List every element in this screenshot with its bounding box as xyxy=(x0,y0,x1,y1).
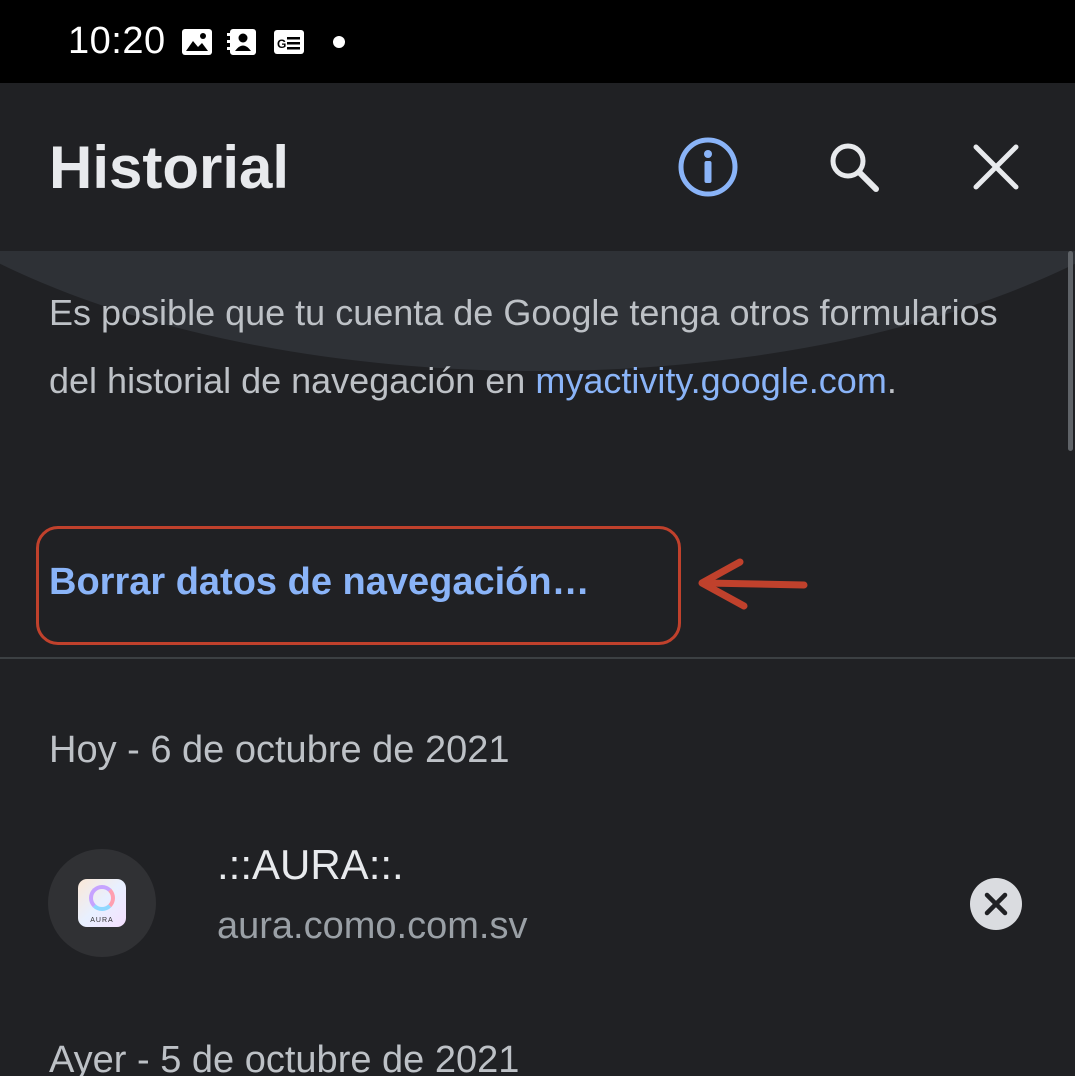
history-list[interactable]: Es posible que tu cuenta de Google tenga… xyxy=(0,251,1075,1076)
favicon-label: AURA xyxy=(90,917,114,924)
account-info-text: Es posible que tu cuenta de Google tenga… xyxy=(49,279,1009,415)
history-item-title: .::AURA::. xyxy=(217,841,404,888)
close-icon xyxy=(973,144,1019,190)
date-header-yesterday: Ayer - 5 de octubre de 2021 xyxy=(49,1039,520,1076)
history-item-url: aura.como.com.sv xyxy=(217,905,528,947)
close-button[interactable] xyxy=(960,131,1032,203)
status-time: 10:20 xyxy=(68,20,166,62)
news-icon: G xyxy=(274,30,304,54)
page-title: Historial xyxy=(49,134,290,201)
date-header-today: Hoy - 6 de octubre de 2021 xyxy=(49,729,510,771)
info-button[interactable] xyxy=(672,131,744,203)
arrow-annotation xyxy=(698,558,808,610)
history-screen: 10:20 G Historial Es posible que tu cuen… xyxy=(0,0,1075,1076)
scrollbar[interactable] xyxy=(1068,251,1073,451)
svg-text:G: G xyxy=(277,37,286,51)
app-bar: Historial xyxy=(0,83,1075,251)
search-icon xyxy=(830,143,879,192)
close-icon xyxy=(984,892,1008,916)
site-favicon: AURA xyxy=(48,849,156,957)
divider xyxy=(0,657,1075,659)
notification-dot xyxy=(333,36,345,48)
redacted-region xyxy=(729,0,1067,87)
search-button[interactable] xyxy=(818,131,890,203)
info-text-suffix: . xyxy=(886,360,897,401)
history-item[interactable]: AURA .::AURA::. aura.como.com.sv xyxy=(0,841,1075,971)
info-icon xyxy=(678,137,738,197)
myactivity-link[interactable]: myactivity.google.com xyxy=(535,360,886,401)
remove-item-button[interactable] xyxy=(970,878,1022,930)
image-icon xyxy=(182,29,212,55)
contacts-icon xyxy=(227,29,256,55)
clear-browsing-data-button[interactable]: Borrar datos de navegación… xyxy=(49,561,590,604)
aura-logo-icon: AURA xyxy=(78,879,126,927)
